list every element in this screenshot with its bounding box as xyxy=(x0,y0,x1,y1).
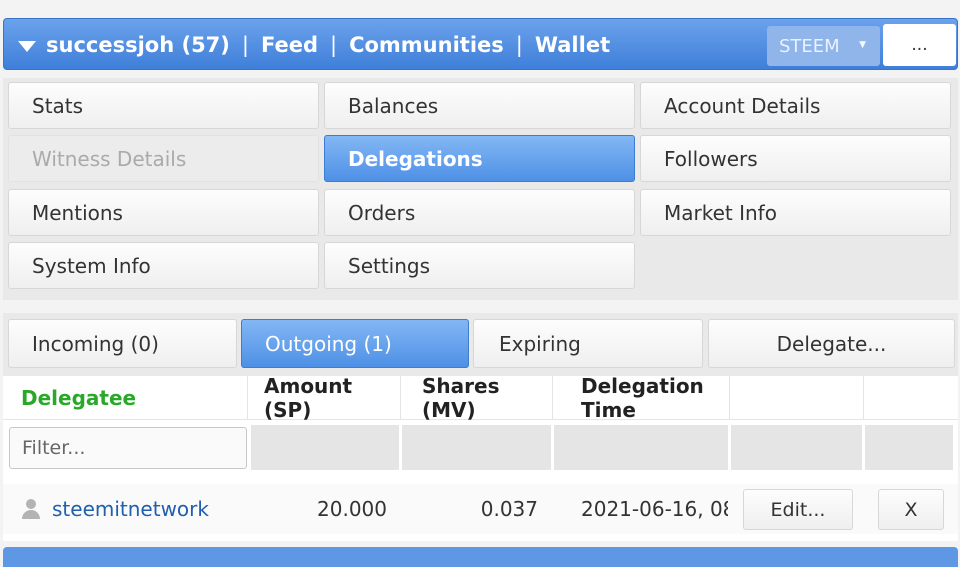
user-account-link[interactable]: successjoh (57) xyxy=(46,33,230,57)
menu-account-details-button[interactable]: Account Details xyxy=(640,82,951,129)
menu-panel: Stats Balances Account Details Witness D… xyxy=(3,78,958,300)
top-navigation-bar: successjoh (57) | Feed | Communities | W… xyxy=(3,18,958,70)
tab-expiring[interactable]: Expiring xyxy=(473,319,703,368)
delegate-button[interactable]: Delegate... xyxy=(708,319,955,368)
main-nav: successjoh (57) | Feed | Communities | W… xyxy=(18,19,610,71)
chain-select-value: STEEM xyxy=(779,35,840,57)
filter-cell xyxy=(554,425,728,470)
shares-cell: 0.037 xyxy=(480,497,538,521)
delegations-table: Delegatee Amount (SP) Shares (MV) Delega… xyxy=(3,374,958,541)
column-header-delegation-time[interactable]: Delegation Time xyxy=(553,374,730,422)
tab-incoming[interactable]: Incoming (0) xyxy=(8,319,237,368)
feed-link[interactable]: Feed xyxy=(261,33,318,57)
filter-cell xyxy=(251,425,399,470)
nav-separator: | xyxy=(515,33,523,57)
column-header-remove xyxy=(864,376,958,420)
column-header-delegatee[interactable]: Delegatee xyxy=(3,376,248,420)
bottom-section-bar xyxy=(3,547,958,567)
delegation-tabs: Incoming (0) Outgoing (1) Expiring Deleg… xyxy=(3,313,958,376)
menu-stats-button[interactable]: Stats xyxy=(8,82,319,129)
menu-system-info-button[interactable]: System Info xyxy=(8,242,319,289)
menu-balances-button[interactable]: Balances xyxy=(324,82,635,129)
select-caret-icon: ▼ xyxy=(859,40,866,50)
filter-input[interactable]: Filter... xyxy=(9,427,247,469)
filter-cell xyxy=(865,425,953,470)
menu-orders-button[interactable]: Orders xyxy=(324,189,635,236)
filter-cell xyxy=(731,425,862,470)
wallet-link[interactable]: Wallet xyxy=(535,33,610,57)
caret-down-icon[interactable] xyxy=(18,40,36,52)
edit-delegation-button[interactable]: Edit... xyxy=(743,489,853,530)
delegatee-cell: steemitnetwork xyxy=(21,484,246,534)
nav-separator: | xyxy=(330,33,338,57)
menu-market-info-button[interactable]: Market Info xyxy=(640,189,951,236)
delegatee-link[interactable]: steemitnetwork xyxy=(52,497,209,521)
chain-select[interactable]: STEEM ▼ xyxy=(767,26,880,66)
menu-settings-button[interactable]: Settings xyxy=(324,242,635,289)
more-button[interactable]: ... xyxy=(883,24,956,66)
amount-cell: 20.000 xyxy=(317,497,387,521)
filter-cell xyxy=(402,425,551,470)
menu-witness-details-button: Witness Details xyxy=(8,135,319,182)
menu-followers-button[interactable]: Followers xyxy=(640,135,951,182)
menu-mentions-button[interactable]: Mentions xyxy=(8,189,319,236)
filter-row: Filter... xyxy=(3,422,958,472)
remove-delegation-button[interactable]: X xyxy=(878,489,944,530)
menu-delegations-button[interactable]: Delegations xyxy=(324,135,635,182)
nav-separator: | xyxy=(241,33,249,57)
column-header-shares[interactable]: Shares (MV) xyxy=(401,374,553,422)
tab-outgoing[interactable]: Outgoing (1) xyxy=(241,319,469,368)
user-icon xyxy=(21,499,41,519)
table-row: steemitnetwork 20.000 0.037 2021-06-16, … xyxy=(3,484,958,534)
delegation-time-cell: 2021-06-16, 08: xyxy=(581,497,728,521)
communities-link[interactable]: Communities xyxy=(349,33,504,57)
column-header-edit xyxy=(730,376,864,420)
column-header-amount[interactable]: Amount (SP) xyxy=(248,374,401,422)
